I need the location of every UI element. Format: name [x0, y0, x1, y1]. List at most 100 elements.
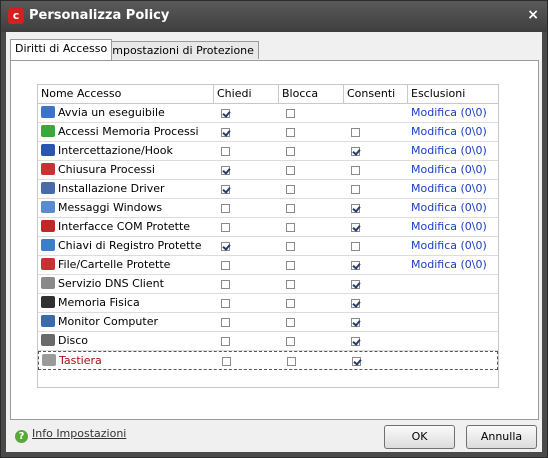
block-checkbox[interactable]: [286, 299, 295, 308]
edit-exclusions-link[interactable]: Modifica (0\0): [411, 199, 487, 217]
disk-icon: [41, 334, 55, 346]
terminate-process-icon: [41, 163, 55, 175]
allow-checkbox[interactable]: [351, 185, 360, 194]
dialog-body: Diritti di Accesso Impostazioni di Prote…: [6, 32, 542, 452]
table-row[interactable]: Servizio DNS Client: [38, 275, 498, 294]
access-name-cell: Tastiera: [42, 352, 212, 370]
cancel-button[interactable]: Annulla: [466, 425, 537, 449]
table-row[interactable]: Accessi Memoria Processi Modifica (0\0): [38, 123, 498, 142]
edit-exclusions-link[interactable]: Modifica (0\0): [411, 218, 487, 236]
ask-checkbox[interactable]: [221, 280, 230, 289]
block-checkbox[interactable]: [286, 185, 295, 194]
block-checkbox[interactable]: [286, 166, 295, 175]
edit-exclusions-link[interactable]: Modifica (0\0): [411, 104, 487, 122]
block-checkbox[interactable]: [286, 128, 295, 137]
ask-checkbox[interactable]: [221, 299, 230, 308]
access-name-label: Memoria Fisica: [58, 296, 140, 309]
table-row[interactable]: Messaggi Windows Modifica (0\0): [38, 199, 498, 218]
access-name-cell: Installazione Driver: [41, 180, 211, 198]
table-row[interactable]: Disco: [38, 332, 498, 351]
ask-checkbox[interactable]: [221, 204, 230, 213]
access-name-label: Installazione Driver: [58, 182, 165, 195]
access-name-cell: Chiavi di Registro Protette: [41, 237, 211, 255]
allow-checkbox[interactable]: [351, 318, 360, 327]
ask-checkbox[interactable]: [221, 185, 230, 194]
allow-checkbox[interactable]: [351, 128, 360, 137]
column-header-exclusions[interactable]: Esclusioni: [408, 85, 498, 103]
block-checkbox[interactable]: [286, 147, 295, 156]
ask-checkbox[interactable]: [221, 223, 230, 232]
edit-exclusions-link[interactable]: Modifica (0\0): [411, 256, 487, 274]
info-settings-link[interactable]: Info Impostazioni: [32, 427, 126, 440]
allow-checkbox[interactable]: [351, 147, 360, 156]
table-row[interactable]: Intercettazione/Hook Modifica (0\0): [38, 142, 498, 161]
block-checkbox[interactable]: [286, 204, 295, 213]
edit-exclusions-link[interactable]: Modifica (0\0): [411, 180, 487, 198]
block-checkbox[interactable]: [287, 357, 296, 366]
block-checkbox[interactable]: [286, 223, 295, 232]
tab-access-rights[interactable]: Diritti di Accesso: [10, 39, 113, 60]
table-row[interactable]: Avvia un eseguibile Modifica (0\0): [38, 104, 498, 123]
hook-icon: [41, 144, 55, 156]
allow-checkbox[interactable]: [352, 357, 361, 366]
ok-button[interactable]: OK: [384, 425, 455, 449]
table-row[interactable]: Monitor Computer: [38, 313, 498, 332]
table-row[interactable]: File/Cartelle Protette Modifica (0\0): [38, 256, 498, 275]
block-checkbox[interactable]: [286, 109, 295, 118]
ask-checkbox[interactable]: [221, 128, 230, 137]
run-icon: [41, 106, 55, 118]
table-row[interactable]: Installazione Driver Modifica (0\0): [38, 180, 498, 199]
table-row[interactable]: Chiavi di Registro Protette Modifica (0\0…: [38, 237, 498, 256]
column-header-name[interactable]: Nome Accesso: [38, 85, 214, 103]
tab-protection-settings[interactable]: Impostazioni di Protezione: [104, 41, 259, 59]
ask-checkbox[interactable]: [221, 166, 230, 175]
ask-checkbox[interactable]: [221, 318, 230, 327]
block-checkbox[interactable]: [286, 280, 295, 289]
access-name-cell: Accessi Memoria Processi: [41, 123, 211, 141]
edit-exclusions-link[interactable]: Modifica (0\0): [411, 142, 487, 160]
access-name-label: File/Cartelle Protette: [58, 258, 171, 271]
edit-exclusions-link[interactable]: Modifica (0\0): [411, 161, 487, 179]
allow-checkbox[interactable]: [351, 280, 360, 289]
table-row[interactable]: Tastiera: [38, 351, 498, 370]
edit-exclusions-link[interactable]: Modifica (0\0): [411, 123, 487, 141]
allow-checkbox[interactable]: [351, 261, 360, 270]
access-name-label: Chiavi di Registro Protette: [58, 239, 202, 252]
ask-checkbox[interactable]: [222, 357, 231, 366]
table-row[interactable]: Chiusura Processi Modifica (0\0): [38, 161, 498, 180]
column-header-allow[interactable]: Consenti: [344, 85, 408, 103]
access-name-label: Tastiera: [59, 354, 102, 367]
column-header-ask[interactable]: Chiedi: [214, 85, 279, 103]
ask-checkbox[interactable]: [221, 109, 230, 118]
allow-checkbox[interactable]: [351, 223, 360, 232]
allow-checkbox[interactable]: [351, 204, 360, 213]
title-bar[interactable]: c Personalizza Policy ×: [1, 1, 547, 32]
allow-checkbox[interactable]: [351, 242, 360, 251]
close-icon[interactable]: ×: [527, 7, 539, 23]
access-name-label: Disco: [58, 334, 89, 347]
block-checkbox[interactable]: [286, 242, 295, 251]
app-logo-icon: c: [8, 8, 24, 24]
protected-file-icon: [41, 258, 55, 270]
allow-checkbox[interactable]: [351, 337, 360, 346]
access-name-cell: Monitor Computer: [41, 313, 211, 331]
block-checkbox[interactable]: [286, 337, 295, 346]
window-messages-icon: [41, 201, 55, 213]
table-row[interactable]: Interfacce COM Protette Modifica (0\0): [38, 218, 498, 237]
ask-checkbox[interactable]: [221, 261, 230, 270]
access-name-label: Monitor Computer: [58, 315, 158, 328]
access-name-cell: Memoria Fisica: [41, 294, 211, 312]
ask-checkbox[interactable]: [221, 337, 230, 346]
monitor-icon: [41, 315, 55, 327]
edit-exclusions-link[interactable]: Modifica (0\0): [411, 237, 487, 255]
ask-checkbox[interactable]: [221, 147, 230, 156]
column-header-block[interactable]: Blocca: [279, 85, 344, 103]
access-name-cell: Intercettazione/Hook: [41, 142, 211, 160]
table-row[interactable]: Memoria Fisica: [38, 294, 498, 313]
allow-checkbox[interactable]: [351, 166, 360, 175]
block-checkbox[interactable]: [286, 318, 295, 327]
allow-checkbox[interactable]: [351, 299, 360, 308]
block-checkbox[interactable]: [286, 261, 295, 270]
ask-checkbox[interactable]: [221, 242, 230, 251]
access-name-label: Interfacce COM Protette: [58, 220, 191, 233]
